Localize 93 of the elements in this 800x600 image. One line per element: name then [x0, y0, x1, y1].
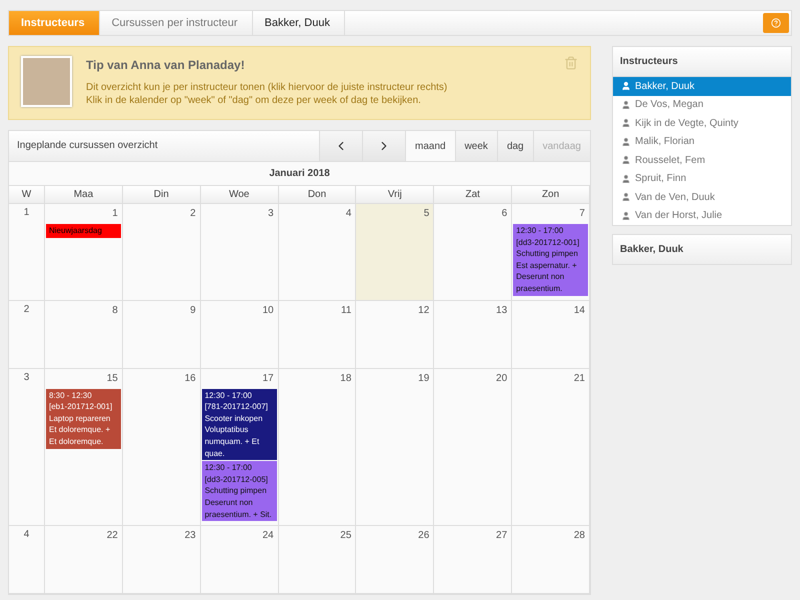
- day-number: 27: [495, 529, 508, 544]
- day-cell[interactable]: 19: [356, 368, 434, 526]
- person-icon: [621, 118, 631, 128]
- column-header: Woe: [200, 186, 279, 204]
- day-number: 14: [572, 304, 586, 318]
- tip-title: Tip van Anna van Planaday!: [86, 58, 246, 72]
- day-cell[interactable]: 2: [122, 204, 201, 301]
- day-number: 1: [111, 207, 119, 221]
- day-number: 26: [417, 529, 430, 544]
- column-header: Don: [278, 186, 356, 204]
- help-button[interactable]: [763, 13, 789, 33]
- day-number: 19: [417, 372, 430, 386]
- person-icon: [621, 174, 631, 184]
- next-button[interactable]: [362, 131, 405, 161]
- day-cell[interactable]: 22: [45, 526, 123, 594]
- day-cell[interactable]: 17 12:30 - 17:00 [781-201712-007] Scooter inkopen Voluptatibus numquam. + Et quae. 12:30 - 17:00 [dd3-201712-005] Schutting pimpen Deserunt non praesentium. + Sit.: [200, 368, 279, 526]
- previous-button[interactable]: [319, 131, 362, 161]
- course-event[interactable]: 8:30 - 12:30 [eb1-201712-001] Laptop repareren Et doloremque. + Et doloremque.: [46, 388, 121, 449]
- help-icon: [771, 18, 781, 28]
- day-cell[interactable]: 25: [278, 526, 356, 594]
- view-tab[interactable]: maand: [405, 131, 455, 161]
- day-cell[interactable]: 18: [278, 368, 356, 526]
- day-number: 3: [267, 207, 275, 221]
- day-cell[interactable]: 26: [356, 526, 434, 594]
- day-number: 6: [500, 207, 508, 221]
- day-number: 4: [344, 207, 352, 221]
- day-number: 20: [495, 372, 508, 386]
- day-cell[interactable]: 6: [434, 204, 512, 301]
- column-header: Vrij: [356, 186, 434, 204]
- day-cell[interactable]: 13: [434, 300, 512, 369]
- day-number: 12: [417, 304, 430, 318]
- course-event[interactable]: 12:30 - 17:00 [dd3-201712-005] Schutting pimpen Deserunt non praesentium. + Sit.: [202, 461, 277, 522]
- day-number: 15: [106, 372, 119, 386]
- day-cell[interactable]: 21: [512, 368, 590, 526]
- day-number: 16: [184, 372, 197, 386]
- day-number: 23: [184, 529, 197, 544]
- person-icon: [621, 155, 631, 166]
- person-icon: [621, 100, 631, 110]
- day-number: 8: [111, 304, 119, 318]
- day-cell[interactable]: 15 8:30 - 12:30 [eb1-201712-001] Laptop repareren Et doloremque. + Et doloremque.: [45, 368, 123, 526]
- day-number: 13: [495, 304, 508, 318]
- column-header: Zat: [434, 186, 512, 204]
- column-header: Zon: [512, 186, 590, 204]
- day-cell[interactable]: 27: [434, 526, 512, 594]
- day-cell[interactable]: 1 Nieuwjaarsdag: [45, 204, 123, 301]
- breadcrumb-link[interactable]: Cursussen per instructeur: [100, 11, 253, 35]
- course-event[interactable]: 12:30 - 17:00 [dd3-201712-001] Schutting pimpen Est aspernatur. + Deserunt non praesentium.: [513, 224, 588, 296]
- breadcrumb-link[interactable]: Bakker, Duuk: [252, 11, 345, 35]
- day-cell[interactable]: 12: [356, 300, 434, 369]
- photo-placeholder: [21, 56, 72, 107]
- course-event[interactable]: 12:30 - 17:00 [781-201712-007] Scooter inkopen Voluptatibus numquam. + Et quae.: [202, 388, 277, 460]
- day-number: 5: [422, 207, 430, 221]
- day-number: 2: [189, 207, 197, 221]
- day-number: 9: [189, 304, 197, 318]
- person-icon: [621, 210, 631, 221]
- day-cell[interactable]: 24: [200, 526, 279, 594]
- day-number: 18: [339, 372, 352, 386]
- day-cell[interactable]: 28: [512, 526, 590, 594]
- day-number: 17: [261, 372, 275, 386]
- view-tab[interactable]: week: [454, 131, 497, 161]
- day-cell[interactable]: 5: [356, 204, 434, 301]
- day-number: 10: [261, 304, 275, 318]
- day-cell[interactable]: 8: [45, 300, 123, 369]
- day-cell[interactable]: 4: [278, 204, 356, 301]
- day-cell[interactable]: 10: [200, 300, 279, 369]
- day-cell[interactable]: 16: [122, 368, 201, 526]
- person-icon: [621, 192, 631, 202]
- day-number: 25: [339, 529, 352, 544]
- column-header: Din: [122, 186, 201, 204]
- day-cell[interactable]: 9: [122, 300, 201, 369]
- calendar-title: Ingeplande cursussen overzicht: [16, 139, 159, 153]
- trash-icon[interactable]: [564, 56, 578, 70]
- column-header: Maa: [45, 186, 123, 204]
- instructor-item[interactable]: Bakker, Duuk: [613, 77, 791, 96]
- day-cell[interactable]: 14: [512, 300, 590, 369]
- day-number: 28: [572, 529, 586, 544]
- view-tab[interactable]: dag: [496, 131, 533, 161]
- person-icon: [621, 81, 631, 92]
- person-icon: [621, 136, 631, 147]
- tip-text: Dit overzicht kun je per instructeur tonen (klik hiervoor de juiste instructeur rechts): [86, 82, 448, 93]
- day-number: 24: [261, 529, 275, 544]
- day-cell[interactable]: 3: [200, 204, 279, 301]
- day-cell[interactable]: 23: [122, 526, 201, 594]
- day-cell[interactable]: 11: [278, 300, 356, 369]
- column-header: W: [9, 186, 45, 204]
- day-cell[interactable]: 7 12:30 - 17:00 [dd3-201712-001] Schutting pimpen Est aspernatur. + Deserunt non praesentium.: [512, 204, 590, 301]
- day-cell[interactable]: 20: [434, 368, 512, 526]
- day-number: 11: [340, 304, 352, 318]
- day-number: 22: [106, 529, 119, 544]
- day-number: 21: [572, 372, 586, 386]
- day-number: 7: [578, 207, 586, 221]
- tip-text: Klik in de kalender op "week" of "dag" om deze per week of dag te bekijken.: [86, 95, 422, 106]
- holiday-event[interactable]: Nieuwjaarsdag: [46, 224, 121, 238]
